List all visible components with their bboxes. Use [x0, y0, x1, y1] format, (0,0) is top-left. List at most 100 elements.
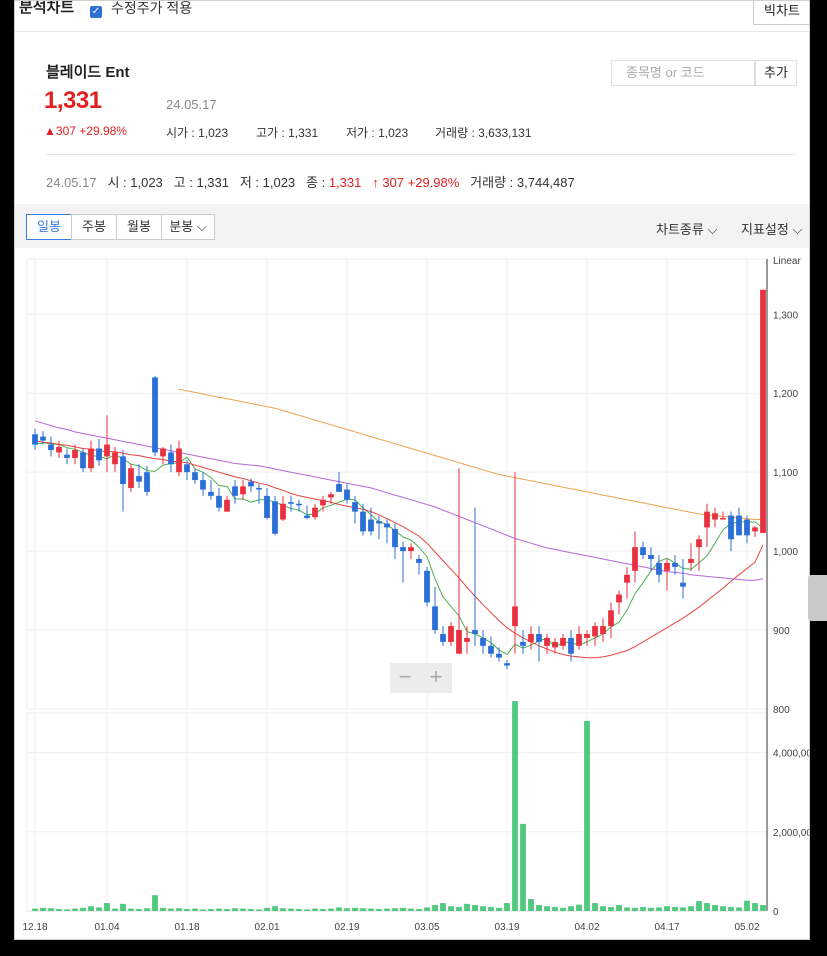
- candle-body: [312, 507, 318, 518]
- price-chart[interactable]: 800 900 1,000 1,100 1,200 1,300 Linear 0 2,000,0…: [15, 1, 810, 940]
- candle-body: [272, 501, 278, 534]
- volume-bar: [376, 909, 382, 911]
- candle-body: [736, 515, 742, 536]
- volume-bar: [512, 701, 518, 911]
- candle-body: [688, 559, 694, 563]
- date-tick-label: 01.18: [174, 922, 199, 933]
- candle-body: [224, 499, 230, 512]
- candle-body: [248, 481, 254, 487]
- volume-bar: [696, 901, 702, 911]
- volume-bar: [520, 823, 526, 911]
- candle-body: [672, 562, 678, 567]
- candle-body: [208, 491, 214, 496]
- volume-bar: [56, 909, 62, 911]
- volume-bar: [208, 909, 214, 911]
- candle-body: [360, 511, 366, 532]
- candle-body: [184, 464, 190, 473]
- price-tick-label: 800: [773, 705, 790, 716]
- volume-bar: [664, 906, 670, 911]
- candle-body: [552, 641, 558, 648]
- volume-bar: [160, 907, 166, 911]
- volume-bar: [656, 907, 662, 911]
- candle-body: [80, 452, 86, 469]
- candle-body: [448, 626, 454, 642]
- candle-body: [432, 606, 438, 631]
- candle-body: [632, 547, 638, 571]
- volume-bar: [200, 909, 206, 911]
- volume-bar: [488, 907, 494, 911]
- volume-bar: [568, 906, 574, 911]
- candle-body: [48, 444, 54, 451]
- candle-body: [160, 448, 166, 457]
- volume-bar: [192, 908, 198, 911]
- candle-body: [304, 515, 310, 518]
- zoom-out-button[interactable]: −: [390, 664, 420, 690]
- volume-tick-label: 4,000,000: [773, 749, 810, 760]
- candle-body: [288, 502, 294, 504]
- price-tick-label: 1,100: [773, 468, 798, 479]
- date-tick-label: 03.19: [494, 922, 519, 933]
- candle-body: [680, 582, 686, 587]
- volume-bar: [144, 908, 150, 911]
- volume-bar: [32, 908, 38, 911]
- candle-body: [584, 634, 590, 638]
- volume-bar: [296, 909, 302, 911]
- volume-bar: [240, 908, 246, 911]
- candle-body: [88, 448, 94, 469]
- volume-tick-label: 0: [773, 907, 779, 918]
- candle-body: [128, 468, 134, 488]
- volume-bar: [408, 908, 414, 911]
- candle-body: [152, 377, 158, 453]
- volume-bar: [584, 720, 590, 911]
- candle-body: [656, 562, 662, 575]
- volume-bar: [352, 907, 358, 911]
- volume-bar: [312, 908, 318, 911]
- volume-bar: [416, 909, 422, 911]
- volume-bar: [248, 909, 254, 911]
- candle-body: [56, 446, 62, 453]
- date-tick-label: 04.17: [654, 922, 679, 933]
- candle-body: [240, 486, 246, 495]
- scale-label: Linear: [773, 256, 801, 267]
- volume-bar: [392, 908, 398, 911]
- candle-body: [440, 634, 446, 642]
- candle-body: [504, 663, 510, 666]
- volume-bar: [544, 906, 550, 911]
- candle-body: [712, 513, 718, 520]
- volume-bar: [256, 909, 262, 911]
- volume-bar: [528, 899, 534, 911]
- volume-bar: [632, 907, 638, 911]
- candle-body: [728, 515, 734, 540]
- volume-bar: [88, 906, 94, 911]
- candle-body: [392, 529, 398, 548]
- volume-bar: [184, 909, 190, 911]
- side-panel-handle[interactable]: [808, 575, 827, 621]
- candle-body: [328, 494, 334, 498]
- volume-bar: [616, 905, 622, 911]
- volume-bar: [688, 906, 694, 911]
- volume-bar: [576, 904, 582, 911]
- volume-bar: [336, 907, 342, 911]
- candle-body: [336, 484, 342, 492]
- candle-body: [608, 610, 614, 627]
- volume-bar: [680, 907, 686, 911]
- candle-body: [72, 450, 78, 458]
- volume-bar: [536, 905, 542, 911]
- candle-body: [600, 626, 606, 634]
- candle-body: [384, 523, 390, 528]
- candle-body: [416, 559, 422, 563]
- candle-body: [320, 499, 326, 506]
- zoom-in-button[interactable]: +: [421, 664, 451, 690]
- candle-body: [256, 487, 262, 490]
- volume-bar: [216, 908, 222, 911]
- candle-body: [576, 634, 582, 646]
- candle-body: [528, 634, 534, 642]
- volume-bar: [112, 908, 118, 911]
- volume-bar: [712, 905, 718, 911]
- candle-body: [344, 489, 350, 500]
- volume-bar: [264, 907, 270, 911]
- candle-body: [296, 503, 302, 506]
- date-tick-label: 01.04: [94, 922, 119, 933]
- volume-bar: [424, 907, 430, 911]
- candle-body: [664, 562, 670, 571]
